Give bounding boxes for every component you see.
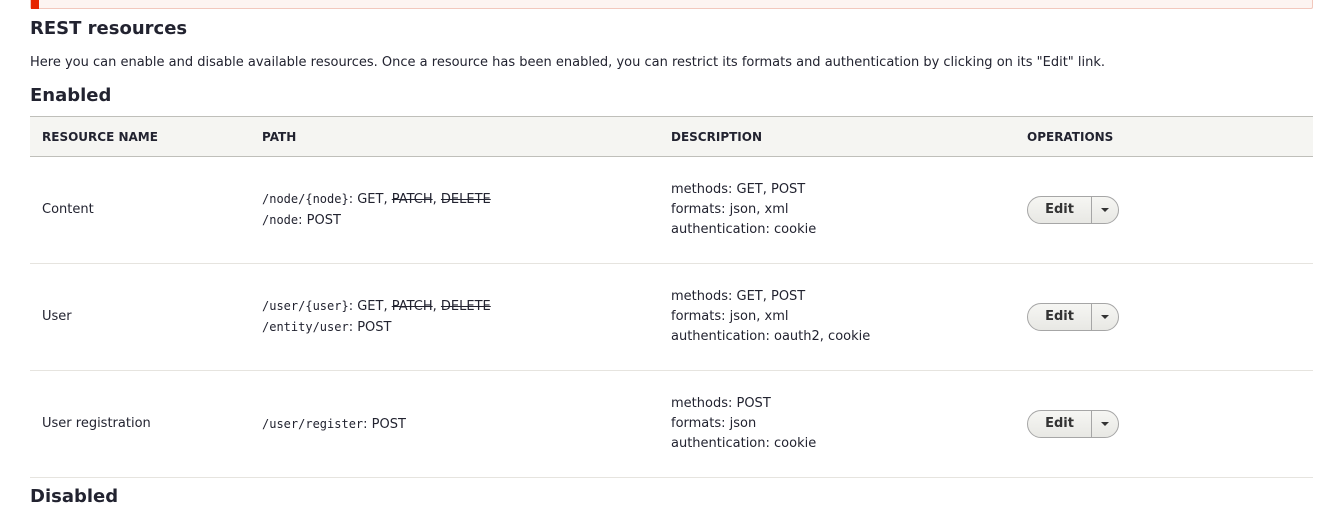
path-separator: : (363, 416, 372, 432)
method-enabled: GET (357, 192, 384, 207)
path-code: /node (262, 213, 299, 227)
path-code: /user/{user} (262, 299, 349, 313)
table-body: Content/node/{node}: GET, PATCH, DELETE /… (30, 156, 1313, 478)
description-methods: methods: GET, POST (671, 289, 806, 304)
chevron-down-icon (1101, 315, 1109, 319)
method-separator: , (432, 299, 441, 314)
table-row: Content/node/{node}: GET, PATCH, DELETE /… (30, 156, 1313, 264)
method-disabled: DELETE (440, 192, 491, 207)
method-disabled: DELETE (440, 299, 491, 314)
method-separator: , (432, 192, 441, 207)
chevron-down-icon (1101, 422, 1109, 426)
method-separator: , (383, 299, 392, 314)
edit-button[interactable]: Edit (1028, 304, 1091, 330)
description-formats: formats: json, xml (671, 202, 789, 217)
table-row: User registration/user/register: POST met… (30, 370, 1313, 478)
operations-dropbutton: Edit (1027, 303, 1119, 331)
description-authentication: authentication: oauth2, cookie (671, 329, 871, 344)
resource-name: User registration (30, 370, 250, 478)
resource-description: methods: GET, POST formats: json, xml auth… (659, 263, 1015, 371)
method-separator: , (383, 192, 392, 207)
column-header-description: Description (659, 116, 1015, 157)
resource-paths: /user/{user}: GET, PATCH, DELETE/entity/… (250, 263, 659, 371)
path-line: /entity/user: POST (262, 317, 647, 338)
method-enabled: POST (306, 213, 341, 228)
column-header-operations: Operations (1015, 116, 1313, 157)
page-title: REST resources (30, 18, 188, 39)
table-header-row: Resource name Path Description Operation… (30, 116, 1313, 157)
enabled-section-title: Enabled (30, 85, 112, 106)
edit-button[interactable]: Edit (1028, 411, 1091, 437)
resource-operations: Edit (1015, 156, 1313, 264)
resource-description: methods: GET, POST formats: json, xml auth… (659, 156, 1015, 264)
resource-operations: Edit (1015, 370, 1313, 478)
alert-message (30, 0, 1313, 9)
enabled-resources-table: Resource name Path Description Operation… (30, 116, 1313, 478)
resource-name: Content (30, 156, 250, 264)
dropbutton-toggle[interactable] (1091, 304, 1118, 330)
resource-description: methods: POST formats: json authentication… (659, 370, 1015, 478)
path-line: /user/{user}: GET, PATCH, DELETE (262, 296, 647, 317)
method-enabled: POST (357, 320, 392, 335)
column-header-resource-name: Resource name (30, 116, 250, 157)
path-separator: : (298, 213, 307, 228)
description-methods: methods: POST (671, 396, 771, 411)
method-enabled: GET (357, 299, 384, 314)
resource-paths: /user/register: POST (250, 370, 659, 478)
description-methods: methods: GET, POST (671, 182, 806, 197)
description-formats: formats: json, xml (671, 309, 789, 324)
dropbutton-toggle[interactable] (1091, 197, 1118, 223)
edit-button[interactable]: Edit (1028, 197, 1091, 223)
method-disabled: PATCH (391, 192, 433, 207)
description-authentication: authentication: cookie (671, 222, 817, 237)
path-code: /user/register (262, 416, 364, 431)
intro-text: Here you can enable and disable availabl… (30, 55, 1106, 70)
path-line: /user/register: POST (262, 414, 647, 435)
path-separator: : (348, 192, 358, 207)
description-authentication: authentication: cookie (671, 436, 817, 451)
path-line: /node/{node}: GET, PATCH, DELETE (262, 189, 647, 210)
path-code: /entity/user (262, 320, 349, 334)
dropbutton-toggle[interactable] (1091, 411, 1118, 437)
description-formats: formats: json (671, 416, 757, 431)
path-separator: : (348, 320, 358, 335)
table-row: User/user/{user}: GET, PATCH, DELETE/ent… (30, 263, 1313, 371)
operations-dropbutton: Edit (1027, 410, 1119, 438)
path-code: /node/{node} (262, 192, 349, 206)
operations-dropbutton: Edit (1027, 196, 1119, 224)
chevron-down-icon (1101, 208, 1109, 212)
alert-accent-bar (31, 0, 39, 9)
path-line: /node: POST (262, 210, 647, 231)
resource-name: User (30, 263, 250, 371)
path-separator: : (348, 299, 358, 314)
resource-paths: /node/{node}: GET, PATCH, DELETE/node: P… (250, 156, 659, 264)
resource-operations: Edit (1015, 263, 1313, 371)
column-header-path: Path (250, 116, 659, 157)
method-enabled: POST (371, 416, 406, 432)
method-disabled: PATCH (391, 299, 433, 314)
